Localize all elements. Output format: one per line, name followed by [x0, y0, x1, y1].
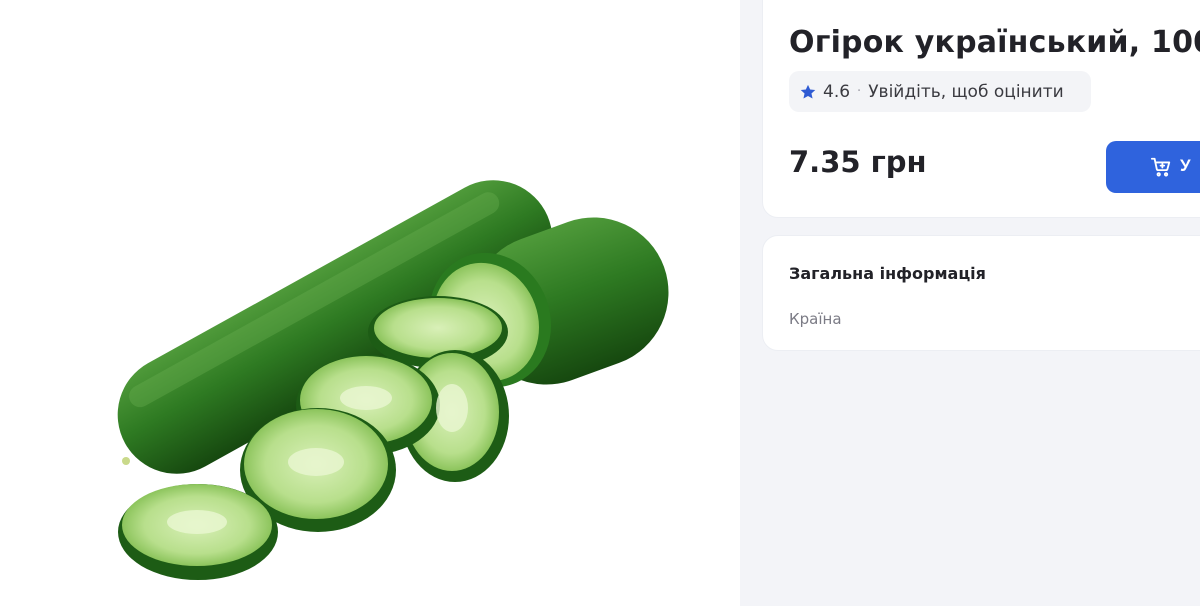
product-summary-card: Огірок український, 100г 4.6 · Увійдіть,…	[762, 0, 1200, 218]
rating-login-link[interactable]: Увійдіть, щоб оцінити	[868, 82, 1063, 102]
add-to-cart-label: У	[1180, 156, 1191, 175]
cart-plus-icon	[1150, 156, 1172, 178]
add-to-cart-button[interactable]: У	[1106, 141, 1200, 193]
rating-value: 4.6	[823, 81, 851, 102]
star-icon	[799, 83, 817, 101]
general-info-title: Загальна інформація	[789, 264, 986, 283]
general-info-card: Загальна інформація Країна	[762, 235, 1200, 351]
product-image[interactable]	[0, 0, 740, 606]
product-title: Огірок український, 100г	[789, 25, 1200, 60]
product-image-panel	[0, 0, 740, 606]
rating-badge[interactable]: 4.6 · Увійдіть, щоб оцінити	[789, 71, 1091, 112]
product-price: 7.35 грн	[789, 145, 927, 179]
rating-separator: ·	[857, 84, 862, 99]
country-label: Країна	[789, 310, 842, 328]
